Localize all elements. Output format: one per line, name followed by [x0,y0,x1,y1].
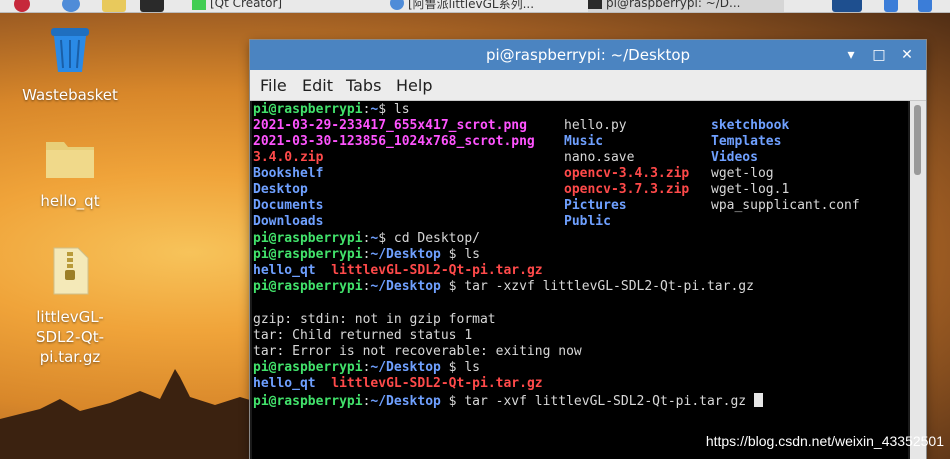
window-title: pi@raspberrypi: ~/Desktop [485,46,691,64]
bluetooth-icon[interactable] [884,0,898,12]
ls-entry: Downloads [253,214,324,229]
raspberry-menu-icon[interactable] [14,0,30,12]
ls-entry: Pictures [564,198,627,213]
scrollbar-thumb[interactable] [914,105,921,175]
ls-entry: 2021-03-30-123856_1024x768_scrot.png [253,134,535,149]
terminal-small-icon [588,0,602,9]
close-icon[interactable]: ✕ [898,46,916,64]
text-cursor [753,393,763,407]
menu-help[interactable]: Help [396,76,432,95]
ls-entry: Videos [711,150,758,165]
ls-entry: nano.save [564,150,635,165]
ls-entry: Public [564,214,611,229]
menu-file[interactable]: File [260,76,287,95]
ls-entry: opencv-3.7.3.zip [564,182,690,197]
ls-entry: Desktop [253,182,308,197]
ls-entry: 3.4.0.zip [253,150,324,165]
ls-output-line: hello_qt littlevGL-SDL2-Qt-pi.tar.gz [253,263,543,278]
ls-entry: Bookshelf [253,166,324,181]
menu-tabs[interactable]: Tabs [346,76,381,95]
terminal-icon[interactable] [140,0,164,12]
qt-icon [192,0,206,10]
desktop-icon-wastebasket[interactable]: Wastebasket [15,24,125,105]
ls-output-line: hello_qt littlevGL-SDL2-Qt-pi.tar.gz [253,376,543,391]
ls-entry: hello.py [564,118,627,133]
desktop-icon-hello-qt[interactable]: hello_qt [15,136,125,211]
archive-file-icon [53,247,89,295]
desktop-icon-archive[interactable]: littlevGL-SDL2-Qt-pi.tar.gz [15,246,125,367]
vnc-icon[interactable] [832,0,862,12]
folder-icon[interactable] [102,0,126,12]
error-line: tar: Child returned status 1 [253,328,473,343]
menu-edit[interactable]: Edit [302,76,333,95]
network-icon[interactable] [918,0,932,12]
watermark: https://blog.csdn.net/weixin_43352501 [705,433,944,449]
terminal-titlebar[interactable]: pi@raspberrypi: ~/Desktop ▾ □ ✕ [250,40,926,70]
folder-icon [46,142,94,178]
ls-entry: Templates [711,134,782,149]
ls-entry: wget-log [711,166,774,181]
maximize-icon[interactable]: □ [870,46,888,64]
ls-entry: opencv-3.4.3.zip [564,166,690,181]
wastebasket-icon [51,28,89,72]
prompt-line: pi@raspberrypi:~/Desktop $ tar -xzvf lit… [253,279,754,294]
ls-entry: sketchbook [711,118,790,133]
terminal-output[interactable]: pi@raspberrypi:~$ ls 2021-03-29-233417_6… [252,101,908,459]
terminal-window[interactable]: pi@raspberrypi: ~/Desktop ▾ □ ✕ File Edi… [250,40,926,459]
taskbar-browser[interactable]: [阿鲁派littlevGL系列... [390,0,534,12]
browser-icon [390,0,404,10]
prompt-line: pi@raspberrypi:~/Desktop $ tar -xvf litt… [253,393,763,409]
ls-entry: Documents [253,198,324,213]
prompt-line: pi@raspberrypi:~/Desktop $ ls [253,247,480,262]
ls-entry: wget-log.1 [711,182,790,197]
minimize-icon[interactable]: ▾ [842,46,860,64]
taskbar: [Qt Creator] [阿鲁派littlevGL系列... pi@raspb… [0,0,950,13]
ls-entry: 2021-03-29-233417_655x417_scrot.png [253,118,527,133]
ls-entry: Music [564,134,604,149]
vertical-scrollbar[interactable] [910,101,926,459]
taskbar-terminal[interactable]: pi@raspberrypi: ~/D... [588,0,784,12]
prompt-line: pi@raspberrypi:~$ cd Desktop/ [253,231,480,246]
globe-icon[interactable] [62,0,80,12]
menubar: File Edit Tabs Help [250,70,926,101]
prompt-line: pi@raspberrypi:~$ ls [253,102,410,117]
prompt-line: pi@raspberrypi:~/Desktop $ ls [253,360,480,375]
ls-entry: wpa_supplicant.conf [711,198,860,213]
error-line: gzip: stdin: not in gzip format [253,312,496,327]
taskbar-qt-creator[interactable]: [Qt Creator] [192,0,282,12]
error-line: tar: Error is not recoverable: exiting n… [253,344,582,359]
